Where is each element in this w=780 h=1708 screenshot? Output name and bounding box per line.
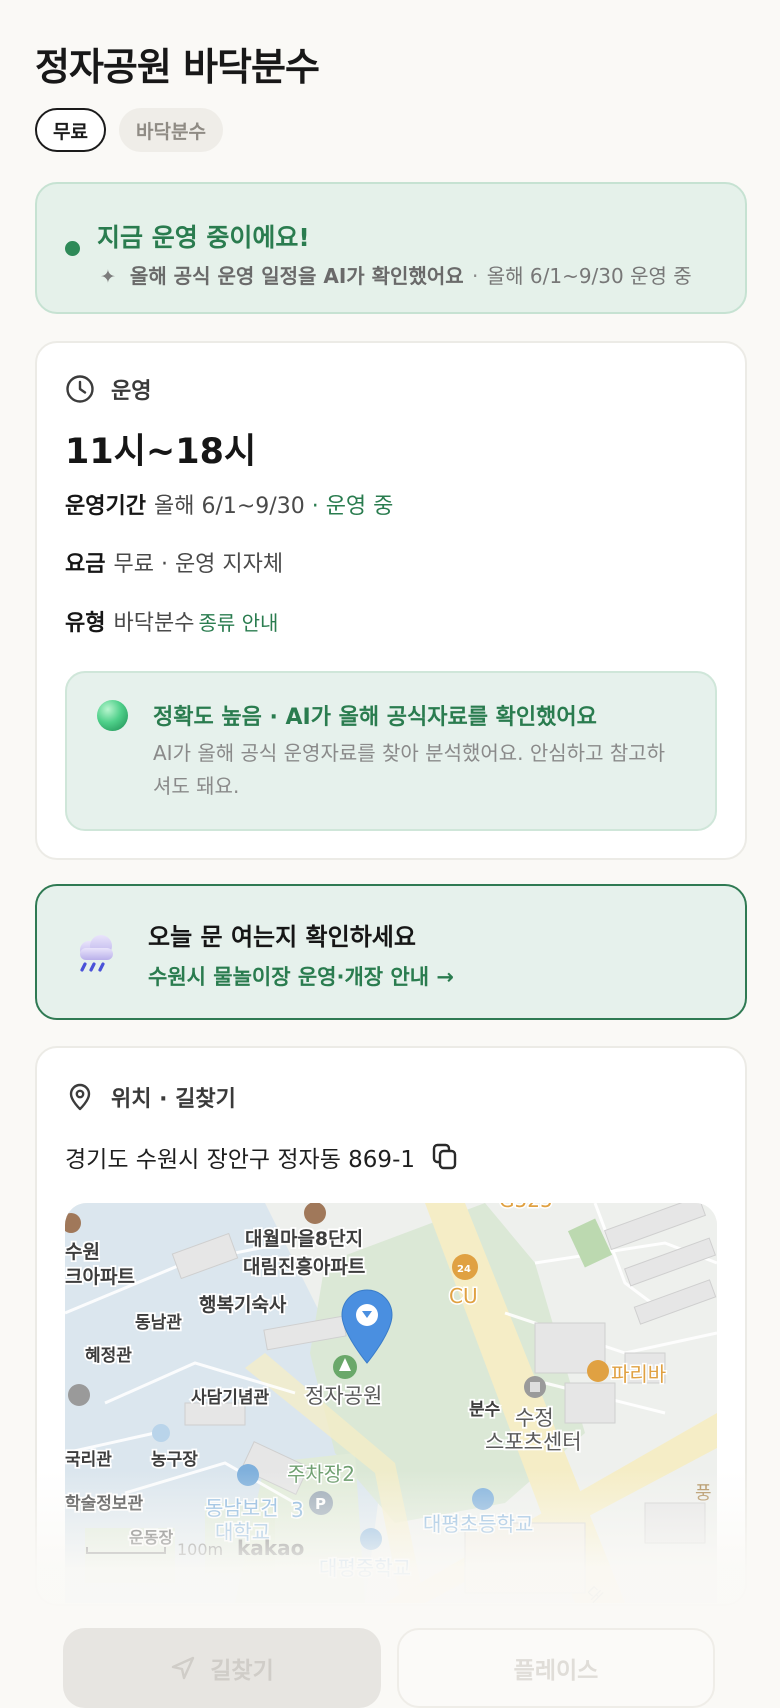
svg-text:대림진흥아파트: 대림진흥아파트 [243, 1255, 365, 1278]
fee-value: 무료 · 운영 지자체 [113, 552, 284, 577]
place-button[interactable]: 플레이스 [397, 1628, 715, 1708]
address-text: 경기도 수원시 장안구 정자동 869-1 [65, 1147, 415, 1173]
place-label: 플레이스 [513, 1658, 599, 1684]
location-section-header: 위치 · 길찾기 [65, 1081, 236, 1113]
svg-text:100m: 100m [177, 1540, 223, 1559]
copy-icon [432, 1143, 457, 1170]
status-dot-icon [65, 241, 80, 256]
banner-title: 오늘 문 여는지 확인하세요 [148, 923, 416, 951]
svg-text:kakao: kakao [237, 1536, 304, 1560]
accuracy-orb-icon [97, 700, 128, 731]
period-sep: · [311, 494, 319, 519]
type-value: 바닥분수 [113, 611, 195, 636]
status-subtitle: ✦ 올해 공식 운영 일정을 AI가 확인했어요 · 올해 6/1~9/30 운영… [100, 260, 692, 289]
svg-text:대평초등학교: 대평초등학교 [423, 1512, 533, 1536]
copy-address-button[interactable] [431, 1142, 459, 1172]
type-key: 유형 [65, 611, 106, 636]
status-separator: · [472, 264, 479, 288]
navigation-arrow-icon [172, 1656, 195, 1680]
price-chip[interactable]: 무료 [35, 108, 106, 152]
ai-note: 올해 공식 운영 일정을 AI가 확인했어요 [129, 264, 464, 288]
svg-text:24: 24 [457, 1264, 471, 1275]
operating-status-card: 지금 운영 중이에요! ✦ 올해 공식 운영 일정을 AI가 확인했어요 · 올해… [35, 182, 747, 314]
svg-text:사담기념관: 사담기념관 [191, 1387, 270, 1408]
type-row: 유형 바닥분수 종류 안내 [65, 605, 278, 637]
svg-text:농구장: 농구장 [151, 1450, 198, 1470]
svg-text:CU: CU [449, 1284, 478, 1308]
period-note: 올해 6/1~9/30 운영 중 [486, 264, 692, 288]
svg-text:수정: 수정 [515, 1406, 554, 1430]
svg-text:3: 3 [291, 1498, 304, 1522]
svg-text:혜정관: 혜정관 [85, 1346, 132, 1366]
accuracy-title: 정확도 높음 · AI가 올해 공식자료를 확인했어요 [153, 705, 597, 730]
map-view[interactable]: 대월마을8단지 대림진흥아파트 수원 크아파트 행복기숙사 동남관 혜정관 사담… [65, 1203, 717, 1603]
clock-icon [66, 375, 94, 403]
fee-key: 요금 [65, 552, 106, 577]
period-status: 운영 중 [325, 494, 394, 519]
svg-text:분수: 분수 [469, 1400, 501, 1420]
svg-text:크아파트: 크아파트 [65, 1266, 135, 1288]
hours-section-header: 운영 [65, 373, 151, 405]
fee-row: 요금 무료 · 운영 지자체 [65, 546, 283, 578]
svg-text:수원: 수원 [65, 1241, 100, 1263]
svg-text:G525: G525 [499, 1203, 553, 1212]
period-key: 운영기간 [65, 494, 146, 519]
map-canvas: 대월마을8단지 대림진흥아파트 수원 크아파트 행복기숙사 동남관 혜정관 사담… [65, 1203, 717, 1603]
period-row: 운영기간 올해 6/1~9/30 · 운영 중 [65, 488, 393, 520]
type-chip[interactable]: 바닥분수 [119, 108, 223, 152]
accuracy-body: AI가 올해 공식 운영자료를 찾아 분석했어요. 안심하고 참고하셔도 돼요. [153, 741, 666, 798]
page-title: 정자공원 바닥분수 [35, 45, 320, 89]
svg-text:대월마을8단지: 대월마을8단지 [245, 1228, 363, 1250]
type-guide-link[interactable]: 종류 안내 [198, 611, 278, 635]
svg-text:풍: 풍 [695, 1483, 712, 1504]
location-pin-icon [69, 1083, 91, 1111]
operating-hours: 11시~18시 [65, 432, 257, 472]
svg-text:국리관: 국리관 [65, 1450, 112, 1470]
directions-label: 길찾기 [210, 1658, 274, 1684]
hours-section-label: 운영 [111, 379, 152, 404]
directions-button[interactable]: 길찾기 [63, 1628, 381, 1708]
location-card: 위치 · 길찾기 경기도 수원시 장안구 정자동 869-1 대월마을8단지 대… [35, 1046, 747, 1606]
location-section-label: 위치 · 길찾기 [111, 1087, 236, 1112]
address-row: 경기도 수원시 장안구 정자동 869-1 [65, 1140, 459, 1174]
svg-text:동남보건: 동남보건 [205, 1496, 279, 1520]
svg-text:운동장: 운동장 [129, 1528, 173, 1547]
svg-text:정자공원: 정자공원 [305, 1384, 382, 1408]
status-title: 지금 운영 중이에요! [97, 223, 310, 252]
svg-text:학술정보관: 학술정보관 [65, 1494, 144, 1514]
svg-text:주차장2: 주차장2 [287, 1462, 355, 1486]
svg-text:스포츠센터: 스포츠센터 [485, 1430, 582, 1454]
check-open-banner[interactable]: 오늘 문 여는지 확인하세요 수원시 물놀이장 운영·개장 안내 → [35, 884, 747, 1020]
accuracy-box: 정확도 높음 · AI가 올해 공식자료를 확인했어요 AI가 올해 공식 운영… [65, 671, 717, 831]
hours-card: 운영 11시~18시 운영기간 올해 6/1~9/30 · 운영 중 요금 무료 ·… [35, 341, 747, 860]
svg-text:동남관: 동남관 [135, 1313, 182, 1333]
svg-text:대평중학교: 대평중학교 [319, 1556, 411, 1580]
period-value: 올해 6/1~9/30 [153, 494, 305, 519]
svg-text:파리바: 파리바 [611, 1362, 666, 1386]
svg-text:P: P [315, 1495, 326, 1513]
rain-cloud-icon [80, 935, 113, 972]
banner-link[interactable]: 수원시 물놀이장 운영·개장 안내 → [148, 961, 454, 991]
sparkle-icon: ✦ [100, 266, 116, 288]
svg-text:행복기숙사: 행복기숙사 [199, 1294, 287, 1316]
